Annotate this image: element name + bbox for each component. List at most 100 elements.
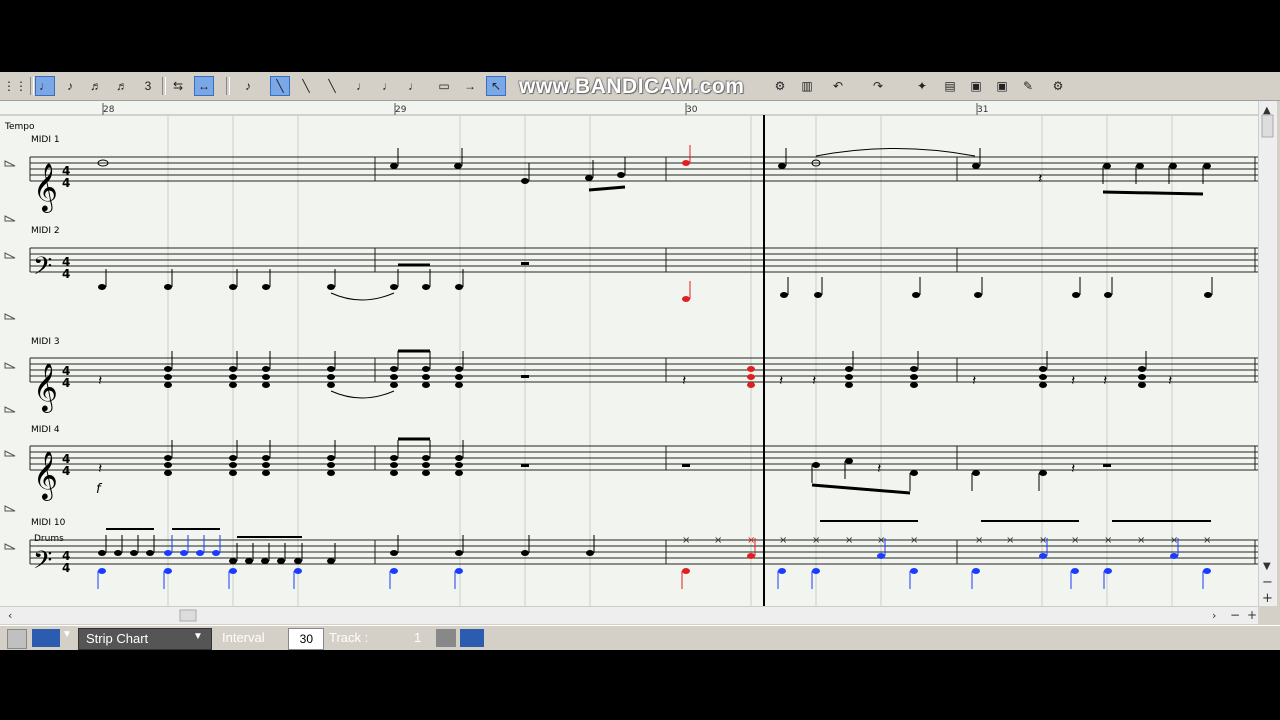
zoom-out-icon[interactable]: − xyxy=(1262,575,1273,590)
kick-note[interactable] xyxy=(778,568,786,574)
note-head[interactable] xyxy=(972,470,980,476)
note-head[interactable] xyxy=(327,366,335,372)
drum-x-note[interactable]: × xyxy=(1203,535,1211,546)
note-head-selected[interactable] xyxy=(747,382,755,388)
drum-x-note[interactable]: × xyxy=(1170,535,1178,546)
snare-note[interactable] xyxy=(877,553,885,559)
note-head[interactable] xyxy=(1103,163,1111,169)
note-head[interactable] xyxy=(1138,382,1146,388)
note-head[interactable] xyxy=(1136,163,1144,169)
piano-icon[interactable]: ▥ xyxy=(797,76,817,96)
snare-note[interactable] xyxy=(196,550,204,556)
line-tool-icon[interactable] xyxy=(32,629,60,647)
snare-note[interactable] xyxy=(390,550,398,556)
note-head[interactable] xyxy=(1104,292,1112,298)
note-head[interactable] xyxy=(521,178,529,184)
sixteenth-note-icon[interactable]: ♬ xyxy=(86,76,106,96)
note-head[interactable] xyxy=(910,366,918,372)
snare-note[interactable] xyxy=(586,550,594,556)
note-head[interactable] xyxy=(1039,382,1047,388)
note-head[interactable] xyxy=(1039,366,1047,372)
eighth-note-icon[interactable]: ♪ xyxy=(60,76,80,96)
note-head[interactable] xyxy=(262,462,270,468)
kick-note[interactable] xyxy=(390,568,398,574)
snare-note[interactable] xyxy=(1039,553,1047,559)
note-head[interactable] xyxy=(327,470,335,476)
note-head[interactable] xyxy=(585,175,593,181)
drum-x-note[interactable]: × xyxy=(1006,535,1014,546)
note-head[interactable] xyxy=(972,163,980,169)
drum-x-note[interactable]: × xyxy=(845,535,853,546)
note-head[interactable] xyxy=(845,366,853,372)
slur-icon[interactable]: ♩ xyxy=(404,76,424,96)
drum-x-note[interactable]: × xyxy=(1039,535,1047,546)
kick-note[interactable] xyxy=(812,568,820,574)
thirtysecond-note-icon[interactable]: ♬ xyxy=(112,76,132,96)
note-head[interactable] xyxy=(845,374,853,380)
step-icon[interactable]: ⋮⋮ xyxy=(3,76,27,96)
scroll-left-icon[interactable]: ‹ xyxy=(8,609,12,622)
note-head[interactable] xyxy=(455,374,463,380)
snare-note[interactable] xyxy=(294,558,302,564)
note-head[interactable] xyxy=(164,284,172,290)
note-head[interactable] xyxy=(390,382,398,388)
note-head[interactable] xyxy=(164,462,172,468)
note-head[interactable] xyxy=(390,366,398,372)
drum-x-note[interactable]: × xyxy=(747,535,755,546)
hzoom-in-icon[interactable]: + xyxy=(1247,608,1257,622)
note-head[interactable] xyxy=(164,455,172,461)
vertical-scroll-thumb[interactable] xyxy=(1261,114,1274,138)
note-head[interactable] xyxy=(974,292,982,298)
note-head[interactable] xyxy=(454,163,462,169)
note-head-selected[interactable] xyxy=(747,553,755,559)
drum-x-note[interactable]: × xyxy=(812,535,820,546)
snare-note[interactable] xyxy=(229,558,237,564)
note-head[interactable] xyxy=(229,366,237,372)
note-head[interactable] xyxy=(455,462,463,468)
note-head[interactable] xyxy=(1072,292,1080,298)
note-head[interactable] xyxy=(1138,366,1146,372)
tool-c-icon[interactable]: ▣ xyxy=(966,76,986,96)
note-head[interactable] xyxy=(229,284,237,290)
drum-x-note[interactable]: × xyxy=(779,535,787,546)
note-head[interactable] xyxy=(455,366,463,372)
arrow-right-icon[interactable]: → xyxy=(460,76,480,96)
eraser-icon[interactable]: ✎ xyxy=(1018,76,1038,96)
note-head[interactable] xyxy=(327,284,335,290)
scroll-up-icon[interactable]: ▲ xyxy=(1263,105,1271,116)
note-head[interactable] xyxy=(229,382,237,388)
snare-note[interactable] xyxy=(327,558,335,564)
tool-b-icon[interactable]: ▤ xyxy=(940,76,960,96)
note-head[interactable] xyxy=(262,284,270,290)
note-head[interactable] xyxy=(422,470,430,476)
snare-note[interactable] xyxy=(114,550,122,556)
note-head[interactable] xyxy=(229,374,237,380)
note-head[interactable] xyxy=(262,374,270,380)
snare-note[interactable] xyxy=(277,558,285,564)
quarter-note-icon[interactable]: ♩ xyxy=(35,76,55,96)
scroll-down-icon[interactable]: ▼ xyxy=(1263,561,1271,572)
note-head-selected[interactable] xyxy=(747,374,755,380)
track-flag-markers[interactable] xyxy=(4,160,16,550)
note-head[interactable] xyxy=(778,163,786,169)
snare-note[interactable] xyxy=(212,550,220,556)
note-head[interactable] xyxy=(229,470,237,476)
kick-note[interactable] xyxy=(294,568,302,574)
note-head[interactable] xyxy=(262,470,270,476)
note-head[interactable] xyxy=(327,382,335,388)
note-head[interactable] xyxy=(327,374,335,380)
kick-note[interactable] xyxy=(455,568,463,574)
note-head[interactable] xyxy=(390,462,398,468)
snare-note[interactable] xyxy=(261,558,269,564)
drum-x-note[interactable]: × xyxy=(975,535,983,546)
note-head[interactable] xyxy=(1169,163,1177,169)
note-head[interactable] xyxy=(422,374,430,380)
curve-icon[interactable]: ╲ xyxy=(322,76,342,96)
note-head[interactable] xyxy=(262,366,270,372)
snare-note[interactable] xyxy=(130,550,138,556)
stretch-icon[interactable]: ↔ xyxy=(194,76,214,96)
note-head[interactable] xyxy=(910,470,918,476)
note-head[interactable] xyxy=(327,455,335,461)
redo-icon[interactable]: ↷ xyxy=(868,76,888,96)
zoom-in-icon[interactable]: + xyxy=(1262,591,1273,606)
